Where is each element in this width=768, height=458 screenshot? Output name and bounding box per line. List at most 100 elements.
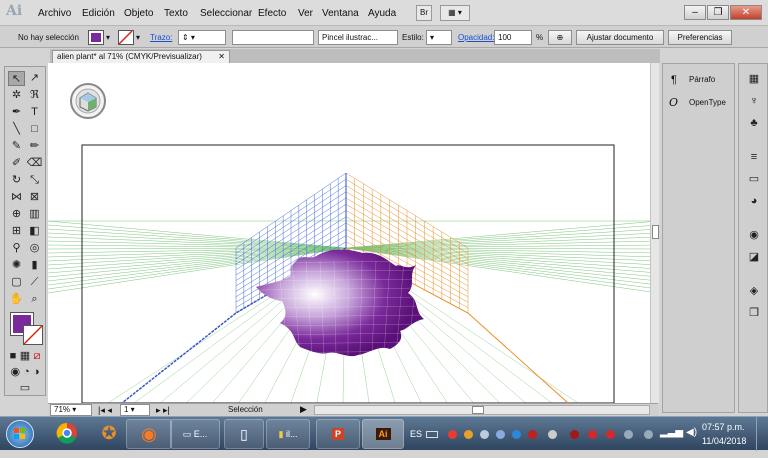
line-tool-icon[interactable]: ╲	[8, 122, 25, 137]
mesh-icon[interactable]: ⊞	[8, 224, 25, 239]
width-tool-icon[interactable]: ⋈	[8, 190, 25, 205]
tray-icon-12[interactable]	[644, 430, 653, 439]
fill-swatch[interactable]	[88, 30, 104, 45]
start-button[interactable]	[6, 420, 34, 448]
gradient-panel-icon[interactable]: ▭	[746, 172, 762, 186]
lasso-icon[interactable]: ℜ	[26, 88, 43, 103]
document-setup-button[interactable]: Ajustar documento	[576, 30, 664, 45]
pencil-icon[interactable]: ✏	[26, 139, 43, 154]
vertical-scrollbar[interactable]	[650, 63, 659, 403]
tray-icon-4[interactable]	[496, 430, 505, 439]
stroke-weight-field[interactable]: ⇕ ▾	[178, 30, 226, 45]
style-select[interactable]: ▾	[426, 30, 452, 45]
restore-button[interactable]: ❐	[707, 5, 729, 20]
scale-icon[interactable]: ⤡	[26, 173, 43, 188]
menu-ventana[interactable]: Ventana	[322, 8, 359, 19]
perspective-grid-icon[interactable]: ▥	[26, 207, 43, 222]
gradient-mode-icon[interactable]: ▦	[19, 349, 31, 364]
tray-icon-1[interactable]	[448, 430, 457, 439]
magic-wand-icon[interactable]: ✲	[8, 88, 25, 103]
clock-time[interactable]: 07:57 p.m.	[702, 422, 745, 432]
perspective-widget[interactable]	[70, 83, 106, 119]
tray-icon-10[interactable]	[606, 430, 615, 439]
minimize-button[interactable]: –	[684, 5, 706, 20]
tray-icon-8[interactable]	[570, 430, 579, 439]
status-menu-icon[interactable]: ▶	[300, 404, 307, 415]
shape-builder-icon[interactable]: ⊕	[8, 207, 25, 222]
blend-icon[interactable]: ◎	[26, 241, 43, 256]
arrange-documents-button[interactable]: ▦ ▾	[440, 5, 470, 21]
symbols-icon[interactable]: ♣	[746, 116, 762, 130]
horizontal-scroll-thumb[interactable]	[472, 406, 484, 414]
language-indicator[interactable]: ES	[410, 429, 422, 439]
free-transform-icon[interactable]: ⊠	[26, 190, 43, 205]
screen-mode-icon[interactable]: ▭	[8, 381, 42, 396]
document-tab[interactable]: alien plant* al 71% (CMYK/Previsualizar)…	[52, 50, 230, 63]
stroke-panel-icon[interactable]: ≡	[746, 150, 762, 164]
firefox-taskbar-button[interactable]: ◉	[126, 419, 172, 449]
color-mode-icon[interactable]: ■	[7, 349, 19, 364]
zoom-select[interactable]: 71% ▾	[50, 404, 92, 416]
powerpoint-taskbar-button[interactable]: P	[316, 419, 360, 449]
layers-icon[interactable]: ◈	[746, 284, 762, 298]
gradient-icon[interactable]: ◧	[26, 224, 43, 239]
canvas-area[interactable]	[47, 63, 659, 404]
pen-tool-icon[interactable]: ✒	[8, 105, 25, 120]
selection-tool-icon[interactable]: ↖	[8, 71, 25, 86]
rectangle-tool-icon[interactable]: □	[26, 122, 43, 137]
opentype-panel-tab[interactable]: OpenType	[689, 98, 726, 107]
opacity-field[interactable]: 100	[494, 30, 532, 45]
swatches-icon[interactable]: ▦	[746, 72, 762, 86]
symbol-sprayer-icon[interactable]: ✺	[8, 258, 25, 273]
tray-icon-2[interactable]	[464, 430, 473, 439]
transparency-icon[interactable]: ◕	[746, 194, 762, 208]
opacity-label[interactable]: Opacidad:	[458, 33, 494, 42]
bridge-button[interactable]: Br	[416, 5, 432, 21]
vertical-scroll-thumb[interactable]	[652, 225, 659, 239]
tray-icon-3[interactable]	[480, 430, 489, 439]
eraser-icon[interactable]: ⌫	[26, 156, 43, 171]
zoom-icon[interactable]: ⌕	[26, 292, 43, 307]
graphic-styles-icon[interactable]: ◪	[746, 250, 762, 264]
menu-seleccionar[interactable]: Seleccionar	[200, 8, 252, 19]
none-mode-icon[interactable]: ⧄	[31, 349, 43, 364]
artboard-select[interactable]: 1 ▾	[120, 404, 150, 416]
eyedropper-icon[interactable]: ⚲	[8, 241, 25, 256]
brush-select[interactable]: Pincel ilustrac...	[318, 30, 398, 45]
tray-icon-6[interactable]	[528, 430, 537, 439]
menu-ayuda[interactable]: Ayuda	[368, 8, 396, 19]
graph-icon[interactable]: ▮	[26, 258, 43, 273]
blob-brush-icon[interactable]: ✐	[8, 156, 25, 171]
tray-icon-7[interactable]	[548, 430, 557, 439]
type-tool-icon[interactable]: T	[26, 105, 43, 120]
stroke-label[interactable]: Trazo:	[150, 33, 172, 42]
stroke-dropdown-icon[interactable]: ▾	[136, 33, 140, 42]
direct-selection-tool-icon[interactable]: ↗	[26, 71, 43, 86]
artboard-icon[interactable]: ▢	[8, 275, 25, 290]
explorer-taskbar-button[interactable]: ▭ E...	[170, 419, 220, 449]
next-artboard-icon[interactable]: ▸ ▸|	[156, 405, 170, 416]
show-desktop-button[interactable]	[756, 417, 768, 451]
tray-icon-11[interactable]	[624, 430, 633, 439]
illustrator-taskbar-button[interactable]: Ai	[362, 419, 404, 449]
stroke-color-box[interactable]	[23, 325, 43, 345]
rotate-icon[interactable]: ↻	[8, 173, 25, 188]
close-window-button[interactable]: ✕	[730, 5, 762, 20]
device-taskbar-button[interactable]: ▯	[224, 419, 264, 449]
folder-taskbar-button[interactable]: ▮ il...	[266, 419, 310, 449]
stroke-swatch[interactable]	[118, 30, 134, 45]
tray-icon-9[interactable]	[588, 430, 597, 439]
chrome-taskbar-button[interactable]	[42, 419, 88, 449]
menu-archivo[interactable]: Archivo	[38, 8, 71, 19]
signal-icon[interactable]: ▂▃▅	[660, 427, 683, 438]
keyboard-icon[interactable]	[426, 431, 438, 438]
close-tab-icon[interactable]: ✕	[218, 51, 225, 63]
volume-icon[interactable]: ◀)	[686, 427, 697, 438]
paragraph-panel-tab[interactable]: Párrafo	[689, 75, 715, 84]
hand-icon[interactable]: ✋	[8, 292, 25, 307]
fill-dropdown-icon[interactable]: ▾	[106, 33, 110, 42]
appearance-icon[interactable]: ◉	[746, 228, 762, 242]
menu-objeto[interactable]: Objeto	[124, 8, 153, 19]
menu-ver[interactable]: Ver	[298, 8, 313, 19]
paintbrush-icon[interactable]: ✎	[8, 139, 25, 154]
